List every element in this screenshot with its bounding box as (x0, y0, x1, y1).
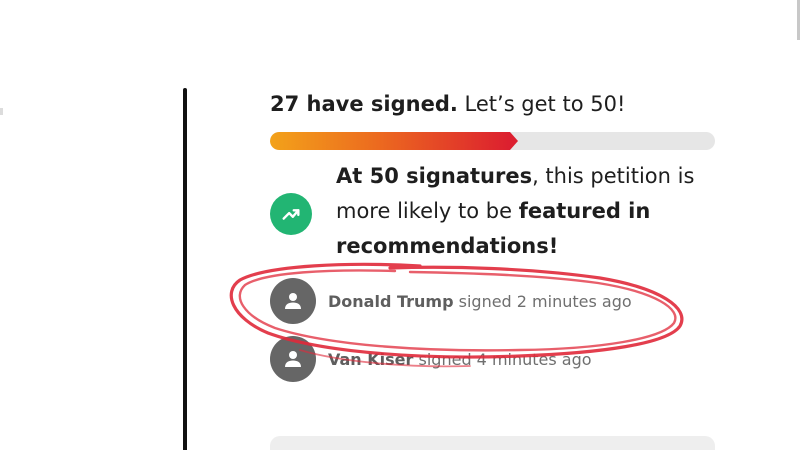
progress-bar-fill (270, 132, 519, 150)
signer-activity: signed 2 minutes ago (458, 291, 632, 311)
signer-info: Donald Trump signed 2 minutes ago (328, 292, 632, 311)
recent-signer-row: Donald Trump signed 2 minutes ago (270, 278, 632, 324)
left-edge-mark (0, 108, 3, 115)
milestone-callout: At 50 signatures, this petition is more … (270, 159, 715, 263)
signer-info: Van Kiser signed 4 minutes ago (328, 350, 592, 369)
signer-name: Donald Trump (328, 291, 454, 311)
goal-text: Let’s get to 50! (464, 92, 626, 116)
signer-name: Van Kiser (328, 349, 414, 369)
signed-count: 27 have signed. (270, 92, 458, 116)
milestone-message: At 50 signatures, this petition is more … (336, 159, 716, 264)
signer-activity: signed 4 minutes ago (418, 349, 592, 369)
signature-goal-line: 27 have signed. Let’s get to 50! (270, 86, 715, 122)
user-avatar-icon (270, 278, 316, 324)
petition-progress-panel: 27 have signed. Let’s get to 50! At 50 s… (270, 86, 715, 382)
recent-signer-row: Van Kiser signed 4 minutes ago (270, 336, 592, 382)
milestone-lead: At 50 signatures (336, 164, 533, 188)
trending-up-icon (270, 193, 312, 235)
vertical-divider (183, 88, 187, 450)
user-avatar-icon (270, 336, 316, 382)
signature-progress-bar (270, 132, 715, 150)
next-section-card (270, 436, 715, 450)
